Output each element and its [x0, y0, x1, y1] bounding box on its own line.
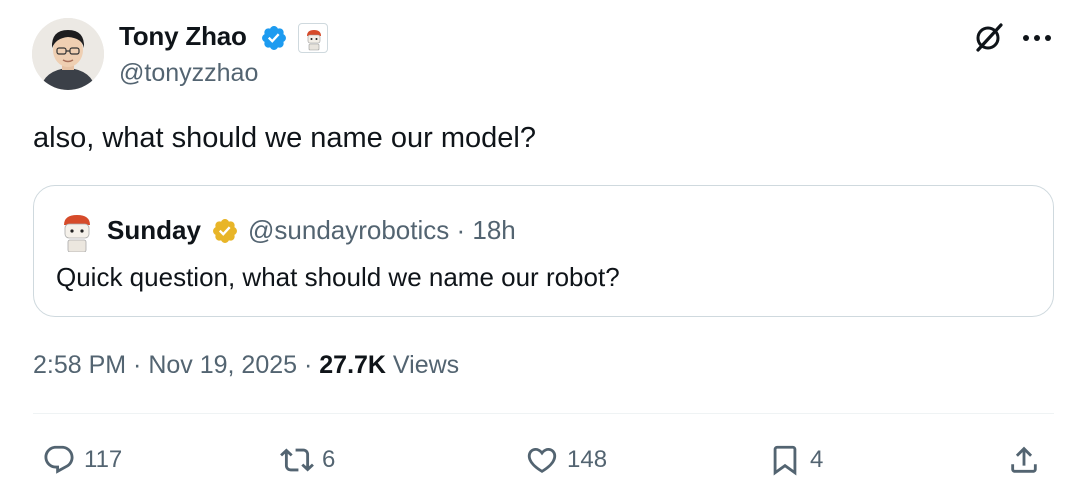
reply-count: 117 — [84, 446, 123, 473]
bookmark-button[interactable]: 4 — [768, 440, 823, 480]
tweet-meta: 2:58 PM · Nov 19, 2025 · 27.7K Views — [33, 351, 459, 380]
like-button[interactable]: 148 — [525, 440, 607, 480]
affiliate-badge-icon[interactable] — [298, 23, 328, 53]
repost-icon — [280, 448, 314, 472]
quoted-avatar[interactable] — [56, 212, 98, 252]
views-label: Views — [385, 351, 460, 379]
quoted-author-name[interactable]: Sunday — [107, 215, 201, 246]
author-handle[interactable]: @tonyzzhao — [119, 59, 258, 88]
gold-verified-badge-icon — [213, 219, 237, 243]
share-icon — [1011, 446, 1037, 473]
reply-button[interactable]: 117 — [42, 440, 122, 480]
like-icon — [527, 447, 557, 473]
author-avatar[interactable] — [32, 18, 104, 90]
repost-count: 6 — [322, 446, 336, 473]
quoted-tweet-text: Quick question, what should we name our … — [56, 262, 620, 292]
author-name[interactable]: Tony Zhao — [119, 21, 247, 52]
reply-icon — [44, 445, 74, 474]
quoted-handle-time[interactable]: @sundayrobotics · 18h — [248, 215, 516, 246]
repost-button[interactable]: 6 — [280, 440, 335, 480]
grok-icon[interactable] — [974, 22, 1004, 52]
more-icon[interactable] — [1022, 34, 1052, 42]
like-count: 148 — [567, 446, 608, 473]
tweet-timestamp[interactable]: 2:58 PM · Nov 19, 2025 · — [33, 351, 319, 379]
divider — [33, 413, 1054, 414]
bookmark-count: 4 — [810, 446, 824, 473]
verified-badge-icon — [262, 26, 286, 50]
share-button[interactable] — [1007, 440, 1041, 480]
tweet-text: also, what should we name our model? — [33, 122, 536, 154]
views-count: 27.7K — [319, 351, 386, 379]
bookmark-icon — [773, 445, 797, 476]
quoted-tweet-card[interactable]: Sunday @sundayrobotics · 18h Quick quest… — [33, 185, 1054, 317]
